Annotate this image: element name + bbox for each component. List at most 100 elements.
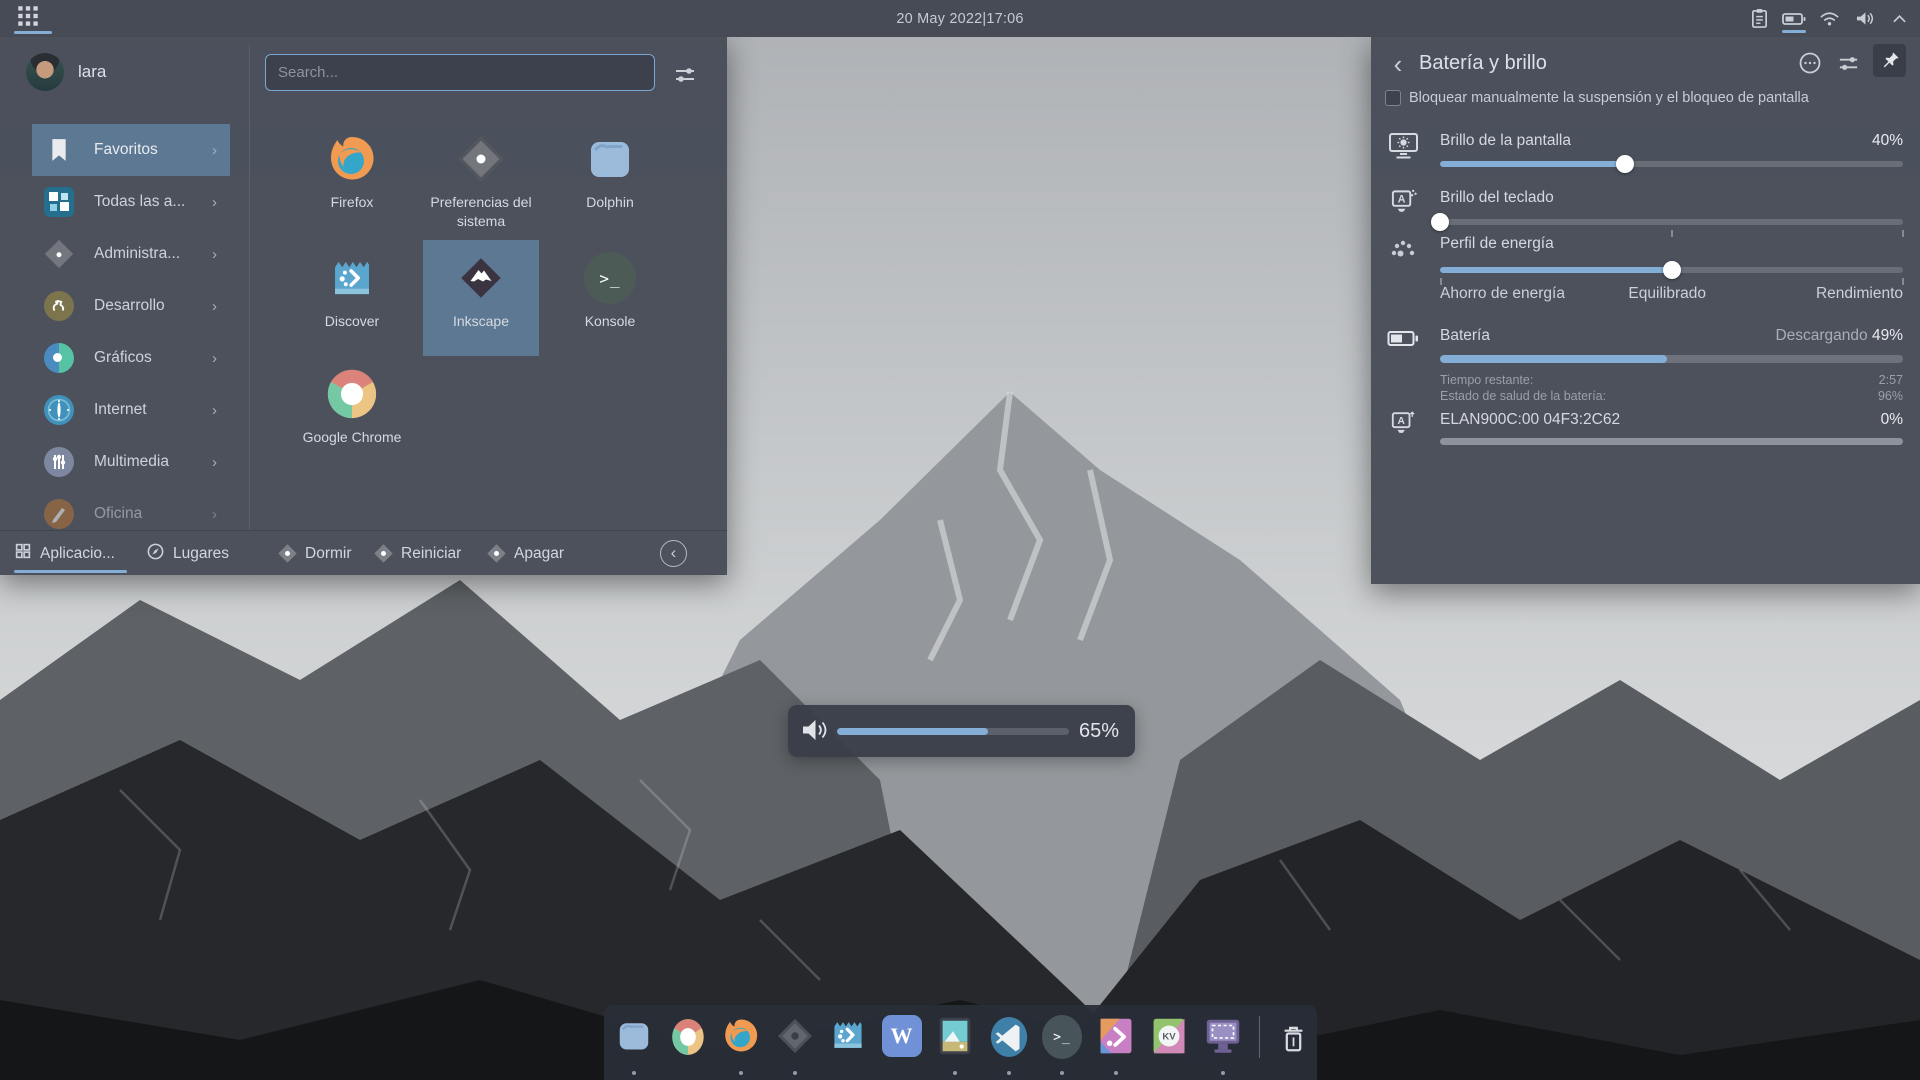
dock-icon-dolphin[interactable] (613, 1015, 655, 1077)
application-launcher: lara Favoritos › (0, 37, 727, 575)
pin-button[interactable] (1873, 44, 1906, 77)
sidebar-item-favoritos[interactable]: Favoritos › (0, 124, 249, 176)
sidebar-item-multimedia[interactable]: Multimedia › (0, 436, 249, 488)
profile-option-ahorro[interactable]: Ahorro de energía (1440, 285, 1565, 303)
grid-apps-icon (15, 3, 41, 34)
chevron-right-icon: › (212, 142, 217, 159)
dock-icon-image-viewer[interactable] (934, 1015, 976, 1077)
battery-status-icon[interactable] (1797, 50, 1823, 76)
keyboard-brightness-icon: A (1385, 187, 1421, 215)
sidebar-item-graficos[interactable]: Gráficos › (0, 332, 249, 384)
sleep-button[interactable]: Dormir (278, 531, 352, 576)
chevron-right-icon: › (212, 194, 217, 211)
dock-icon-vscode[interactable] (988, 1015, 1030, 1077)
chevron-right-icon: › (212, 454, 217, 471)
dock-icon-system-settings[interactable] (774, 1015, 816, 1077)
desktop: 20 May 2022|17:06 lara (0, 0, 1920, 1080)
dock-icon-firefox[interactable] (720, 1015, 762, 1077)
slider-handle[interactable] (1663, 261, 1681, 279)
configure-sliders-icon[interactable] (1835, 50, 1861, 76)
tab-lugares[interactable]: Lugares (146, 531, 229, 576)
app-google-chrome[interactable]: Google Chrome (294, 356, 410, 472)
running-indicator (632, 1071, 636, 1075)
dock-separator (1259, 1016, 1260, 1058)
battery-icon (1385, 329, 1421, 348)
running-indicator (793, 1071, 797, 1075)
collapse-button[interactable]: ‹ (660, 540, 687, 567)
time-remaining-value: 2:57 (1879, 373, 1903, 387)
sidebar-item-label: Administra... (94, 245, 180, 263)
sidebar-item-administracion[interactable]: Administra... › (0, 228, 249, 280)
time-remaining-label: Tiempo restante: (1440, 373, 1533, 387)
shutdown-button[interactable]: Apagar (487, 531, 564, 576)
keyboard-brightness-slider[interactable] (1440, 213, 1903, 231)
screen-brightness-slider[interactable] (1440, 155, 1903, 173)
app-label: Dolphin (555, 193, 665, 212)
volume-tray-icon[interactable] (1851, 4, 1877, 34)
favorites-grid: Firefox Preferencias del sistema Dolphin… (249, 37, 727, 530)
action-label: Dormir (305, 545, 352, 563)
active-indicator (14, 31, 52, 34)
battery-tray-icon[interactable] (1781, 4, 1807, 34)
dock-icon-konsole[interactable]: >_ (1041, 1015, 1083, 1077)
sidebar-item-desarrollo[interactable]: Desarrollo › (0, 280, 249, 332)
sidebar-item-internet[interactable]: Internet › (0, 384, 249, 436)
clock[interactable]: 20 May 2022|17:06 (896, 0, 1023, 37)
back-button[interactable]: ‹ (1383, 49, 1413, 79)
chevron-right-icon: › (212, 506, 217, 523)
category-sidebar: Favoritos › Todas las a... › Administra (0, 37, 249, 530)
battery-health-label: Estado de salud de la batería: (1440, 389, 1606, 403)
dock-icon-trash[interactable] (1272, 1015, 1314, 1061)
screen-brightness-label: Brillo de la pantalla (1440, 132, 1571, 150)
tray-expand-icon[interactable] (1886, 4, 1912, 34)
sidebar-item-oficina[interactable]: Oficina › (0, 488, 249, 530)
sleep-icon (278, 544, 296, 562)
profile-option-rendimiento[interactable]: Rendimiento (1816, 285, 1903, 303)
volume-osd: 65% (788, 705, 1135, 757)
tick (1440, 278, 1442, 285)
checkbox-label: Bloquear manualmente la suspensión y el … (1409, 90, 1809, 106)
clipboard-icon[interactable] (1746, 4, 1772, 34)
restart-button[interactable]: Reiniciar (374, 531, 461, 576)
peripheral-label: ELAN900C:00 04F3:2C62 (1440, 411, 1620, 429)
keyboard-brightness-label: Brillo del teclado (1440, 189, 1554, 207)
dock-icon-kvantum[interactable]: KV (1148, 1015, 1190, 1077)
action-label: Apagar (514, 545, 564, 563)
dock: W >_ KV (604, 1005, 1317, 1080)
app-label: Konsole (555, 312, 665, 331)
screen-brightness-icon (1385, 132, 1421, 160)
app-launcher-button[interactable] (0, 0, 56, 37)
tick (1671, 230, 1673, 237)
peripheral-progressbar (1440, 438, 1903, 445)
app-konsole[interactable]: >_ Konsole (552, 240, 668, 356)
slider-handle[interactable] (1616, 155, 1634, 173)
peripheral-keyboard-icon: A (1385, 409, 1421, 436)
app-discover[interactable]: Discover (294, 240, 410, 356)
lock-suspend-checkbox[interactable] (1385, 90, 1401, 106)
dock-icon-video-editor[interactable] (1095, 1015, 1137, 1077)
app-firefox[interactable]: Firefox (294, 121, 410, 237)
office-icon (44, 499, 74, 529)
running-indicator (1221, 1071, 1225, 1075)
screen-brightness-value: 40% (1872, 132, 1903, 150)
app-label: Preferencias del sistema (426, 193, 536, 231)
dock-icon-screenshot-tool[interactable] (1202, 1015, 1244, 1077)
dock-icon-google-chrome[interactable] (667, 1015, 709, 1077)
dock-icon-word-processor[interactable]: W (881, 1015, 923, 1077)
app-preferencias-del-sistema[interactable]: Preferencias del sistema (423, 121, 539, 237)
tab-label: Lugares (173, 545, 229, 563)
sidebar-item-label: Favoritos (94, 141, 158, 159)
dock-icon-discover[interactable] (827, 1015, 869, 1077)
svg-text:A: A (1397, 416, 1405, 427)
battery-status: Descargando (1775, 327, 1867, 344)
profile-option-equilibrado[interactable]: Equilibrado (1628, 285, 1706, 303)
sidebar-item-label: Multimedia (94, 453, 169, 471)
battery-percent: 49% (1872, 327, 1903, 344)
top-panel: 20 May 2022|17:06 (0, 0, 1920, 37)
wifi-icon[interactable] (1816, 4, 1842, 34)
sidebar-item-todas-las-aplicaciones[interactable]: Todas las a... › (0, 176, 249, 228)
app-dolphin[interactable]: Dolphin (552, 121, 668, 237)
power-profile-slider[interactable] (1440, 261, 1903, 279)
app-inkscape[interactable]: Inkscape (423, 240, 539, 356)
slider-handle[interactable] (1431, 213, 1449, 231)
